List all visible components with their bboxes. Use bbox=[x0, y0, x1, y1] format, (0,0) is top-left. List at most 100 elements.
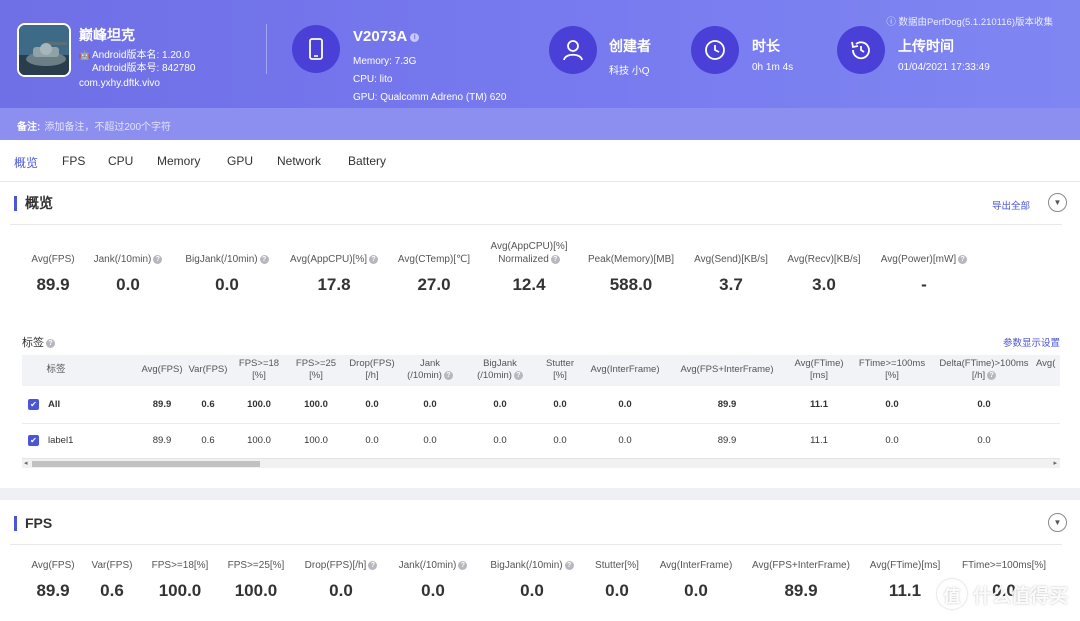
tab-fps[interactable]: FPS bbox=[62, 154, 85, 168]
tab-overview[interactable]: 概览 bbox=[14, 154, 38, 171]
tab-battery[interactable]: Battery bbox=[348, 154, 386, 168]
help-icon[interactable]: ? bbox=[259, 254, 269, 264]
col-header[interactable]: Var(FPS) bbox=[186, 364, 230, 376]
remark-label: 备注: bbox=[17, 122, 41, 133]
user-icon bbox=[549, 26, 597, 74]
duration-value: 0h 1m 4s bbox=[752, 62, 794, 73]
col-header[interactable]: Drop(FPS) [/h] bbox=[346, 358, 398, 382]
help-icon[interactable]: ? bbox=[550, 254, 560, 264]
fps-collapse-icon[interactable]: ▼ bbox=[1048, 513, 1067, 532]
device-memory: Memory: 7.3G bbox=[353, 56, 417, 67]
help-icon: ? bbox=[513, 370, 523, 380]
table-header: 标签 Avg(FPS) Var(FPS) FPS>=18 [%] FPS>=25[… bbox=[22, 355, 1060, 386]
help-icon[interactable]: ? bbox=[458, 560, 468, 570]
fps-title: FPS bbox=[14, 516, 52, 531]
upload-time-value: 01/04/2021 17:33:49 bbox=[898, 62, 990, 73]
fps-card: FPS ▼ Avg(FPS) 89.9 Var(FPS) 0.6 FPS>=18[%… bbox=[0, 500, 1080, 621]
scroll-left-icon[interactable]: ◂ bbox=[24, 459, 28, 467]
help-icon[interactable]: ? bbox=[46, 338, 55, 348]
report-header: 巅峰坦克 🤖 Android版本名: 1.20.0 Android版本号: 842… bbox=[0, 0, 1080, 108]
fps-metric-interframe: Avg(InterFrame) 0.0 bbox=[659, 560, 733, 600]
fps-metric-stutter: Stutter[%] 0.0 bbox=[595, 560, 639, 600]
tab-memory[interactable]: Memory bbox=[157, 154, 200, 168]
device-name: V2073A i bbox=[353, 28, 420, 45]
metric-avg-recv: Avg(Recv)[KB/s] 3.0 bbox=[787, 254, 861, 294]
fps-metric-fps-interframe: Avg(FPS+InterFrame) 89.9 bbox=[752, 560, 850, 600]
perfdog-version-note: ⓘ 数据由PerfDog(5.1.210116)版本收集 bbox=[886, 17, 1053, 28]
metric-avg-ctemp: Avg(CTemp)[℃] 27.0 bbox=[397, 254, 471, 294]
fps-metric-fps25: FPS>=25[%] 100.0 bbox=[227, 560, 285, 600]
col-header[interactable]: Avg(FPS) bbox=[138, 364, 186, 376]
help-icon: ? bbox=[987, 370, 997, 380]
tab-gpu[interactable]: GPU bbox=[227, 154, 253, 168]
device-info-icon[interactable]: i bbox=[410, 32, 420, 42]
metric-bigjank: BigJank(/10min)? 0.0 bbox=[180, 240, 274, 295]
duration-title: 时长 bbox=[752, 38, 780, 54]
device-cpu: CPU: lito bbox=[353, 74, 393, 85]
col-header[interactable]: Delta(FTime)>100ms [/h]? bbox=[934, 358, 1034, 382]
creator-value: 科技 小Q bbox=[609, 66, 650, 77]
col-header[interactable]: 标签 bbox=[36, 364, 76, 376]
col-header[interactable]: Avg(InterFrame) bbox=[584, 364, 666, 376]
metric-avg-appcpu-normalized: Avg(AppCPU)[%] Normalized? 12.4 bbox=[490, 241, 568, 294]
help-icon[interactable]: ? bbox=[368, 560, 378, 570]
row-checkbox[interactable]: ✔ bbox=[28, 435, 39, 446]
table-row[interactable]: ✔ label1 89.9 0.6 100.0 100.0 0.0 0.0 0.… bbox=[22, 424, 1060, 458]
tab-cpu[interactable]: CPU bbox=[108, 154, 133, 168]
device-specs: Memory: 7.3G CPU: lito GPU: Qualcomm Adr… bbox=[353, 53, 506, 107]
overview-collapse-icon[interactable]: ▼ bbox=[1048, 193, 1067, 212]
app-version-info: 🤖 Android版本名: 1.20.0 Android版本号: 842780 bbox=[79, 49, 195, 75]
metric-avg-appcpu: Avg(AppCPU)[%]? 17.8 bbox=[284, 240, 384, 295]
remark-bar[interactable]: 备注: 添加备注，不超过200个字符 bbox=[0, 108, 1080, 140]
metric-peak-memory: Peak(Memory)[MB] 588.0 bbox=[587, 254, 675, 294]
overview-divider bbox=[10, 224, 1062, 225]
device-gpu: GPU: Qualcomm Adreno (TM) 620 bbox=[353, 92, 507, 103]
scroll-right-icon[interactable]: ▸ bbox=[1053, 459, 1057, 467]
scrollbar-thumb[interactable] bbox=[32, 461, 260, 467]
table-row[interactable]: ✔ All 89.9 0.6 100.0 100.0 0.0 0.0 0.0 0… bbox=[22, 386, 1060, 424]
param-display-settings-link[interactable]: 参数显示设置 bbox=[1003, 335, 1060, 349]
row-checkbox[interactable]: ✔ bbox=[28, 399, 39, 410]
metric-jank: Jank(/10min)? 0.0 bbox=[88, 240, 168, 295]
col-header[interactable]: Avg(FPS+InterFrame) bbox=[672, 364, 782, 376]
col-header[interactable]: Avg( bbox=[1036, 358, 1060, 370]
col-header[interactable]: FPS>=25 [%] bbox=[290, 358, 342, 382]
help-icon[interactable]: ? bbox=[153, 254, 163, 264]
help-icon[interactable]: ? bbox=[958, 254, 968, 264]
app-icon bbox=[17, 23, 71, 77]
col-header[interactable]: BigJank (/10min)? bbox=[470, 358, 530, 382]
fps-metric-avg-ftime: Avg(FTime)[ms] 11.1 bbox=[869, 560, 941, 600]
remark-input[interactable]: 添加备注，不超过200个字符 bbox=[44, 122, 171, 133]
fps-metric-avg-fps: Avg(FPS) 89.9 bbox=[31, 560, 75, 600]
creator-title: 创建者 bbox=[609, 38, 651, 54]
watermark: 值 什么值得买 bbox=[936, 579, 1068, 609]
export-all-link[interactable]: 导出全部 bbox=[992, 198, 1030, 212]
col-header[interactable]: Avg(FTime) [ms] bbox=[786, 358, 852, 382]
help-icon[interactable]: ? bbox=[564, 560, 574, 570]
fps-metric-jank: Jank(/10min)? 0.0 bbox=[390, 559, 476, 601]
help-icon[interactable]: ? bbox=[369, 254, 379, 264]
metric-avg-fps: Avg(FPS) 89.9 bbox=[31, 254, 75, 294]
watermark-logo-icon: 值 bbox=[936, 579, 967, 609]
upload-time-title: 上传时间 bbox=[898, 38, 954, 54]
col-header[interactable]: FTime>=100ms [%] bbox=[854, 358, 930, 382]
fps-metric-drop: Drop(FPS)[/h]? 0.0 bbox=[298, 559, 384, 601]
metric-avg-send: Avg(Send)[KB/s] 3.7 bbox=[694, 254, 768, 294]
android-icon: 🤖 bbox=[79, 50, 91, 60]
metric-avg-power: Avg(Power)[mW]? - bbox=[872, 240, 976, 295]
app-version-code: Android版本号: 842780 bbox=[92, 63, 196, 74]
phone-icon bbox=[292, 25, 340, 73]
col-header[interactable]: Stutter [%] bbox=[538, 358, 582, 382]
fps-metric-var-fps: Var(FPS) 0.6 bbox=[91, 560, 133, 600]
tag-table: 标签 Avg(FPS) Var(FPS) FPS>=18 [%] FPS>=25[… bbox=[22, 355, 1060, 468]
app-package: com.yxhy.dftk.vivo bbox=[79, 78, 160, 89]
fps-divider bbox=[10, 544, 1062, 545]
overview-title: 概览 bbox=[14, 196, 53, 211]
col-header[interactable]: Jank (/10min)? bbox=[402, 358, 458, 382]
app-name: 巅峰坦克 bbox=[79, 27, 135, 43]
col-header[interactable]: FPS>=18 [%] bbox=[234, 358, 284, 382]
history-icon bbox=[837, 26, 885, 74]
table-horizontal-scrollbar[interactable]: ◂ ▸ bbox=[22, 458, 1060, 468]
fps-metric-fps18: FPS>=18[%] 100.0 bbox=[151, 560, 209, 600]
tab-network[interactable]: Network bbox=[277, 154, 321, 168]
